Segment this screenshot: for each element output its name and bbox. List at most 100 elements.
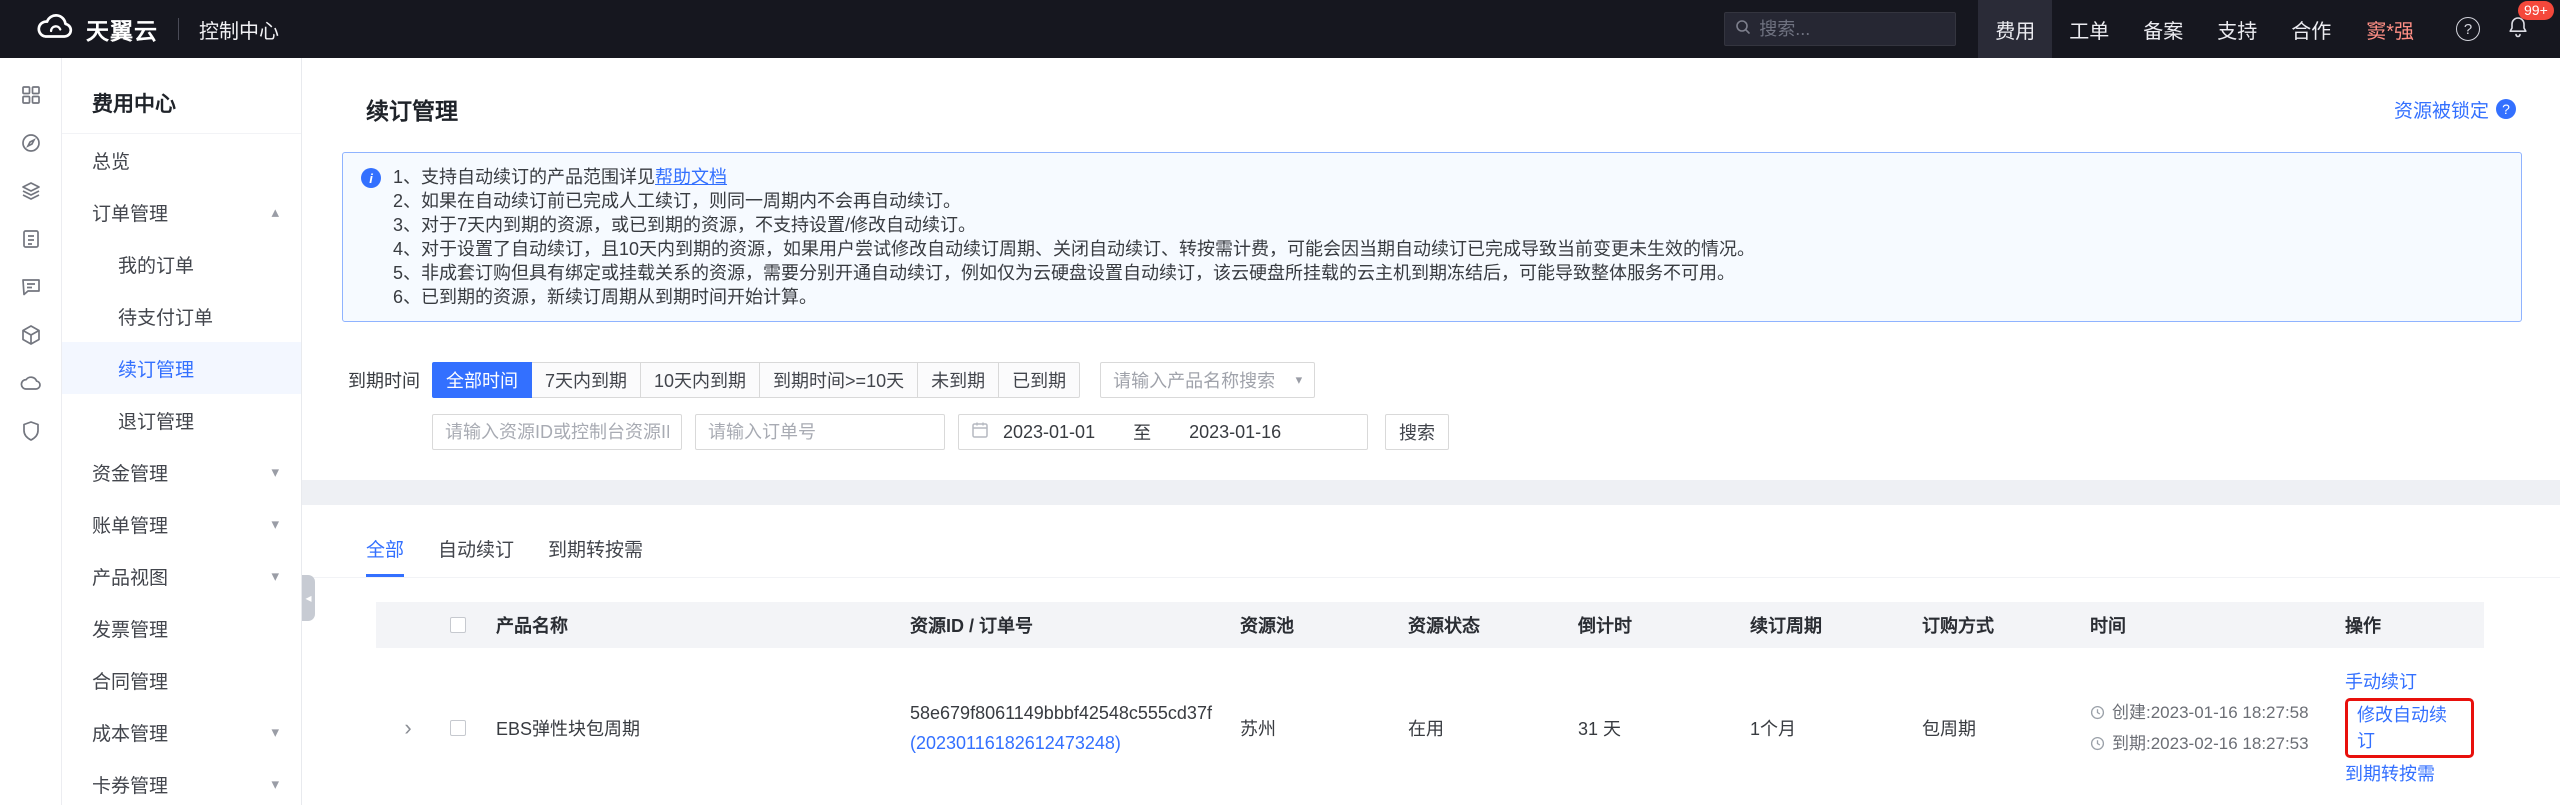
chevron-down-icon: ▾ <box>271 775 279 793</box>
notifications-button[interactable]: 99+ <box>2504 15 2532 43</box>
nav-item-ticket[interactable]: 工单 <box>2052 0 2126 58</box>
sidebar-item-my-orders[interactable]: 我的订单 <box>62 238 301 290</box>
shield-icon[interactable] <box>18 418 44 444</box>
cell-resource-id: 58e679f8061149bbbf42548c555cd37f (202301… <box>900 648 1230 805</box>
help-button[interactable]: ? <box>2454 15 2482 43</box>
filter-row-time: 到期时间 全部时间 7天内到期 10天内到期 到期时间>=10天 未到期 已到期… <box>348 362 2560 398</box>
main-content: 续订管理 资源被锁定 ? i 1、支持自动续订的产品范围详见帮助文档 2、如果在… <box>302 58 2560 805</box>
sidebar-item-label: 总览 <box>92 147 130 174</box>
header-pool: 资源池 <box>1230 602 1398 648</box>
header-product: 产品名称 <box>486 602 900 648</box>
header-time: 时间 <box>2080 602 2335 648</box>
tab-expire-to-ondemand[interactable]: 到期转按需 <box>548 535 643 577</box>
notice-line-1: 1、支持自动续订的产品范围详见帮助文档 <box>393 165 2501 189</box>
renewal-table-wrap: 产品名称 资源ID / 订单号 资源池 资源状态 倒计时 续订周期 订购方式 时… <box>376 602 2484 805</box>
sidebar-item-contracts[interactable]: 合同管理 <box>62 654 301 706</box>
tab-auto-renew[interactable]: 自动续订 <box>438 535 514 577</box>
brand[interactable]: 天翼云 <box>0 12 158 46</box>
message-icon[interactable] <box>18 274 44 300</box>
compass-icon[interactable] <box>18 130 44 156</box>
nav-item-partner[interactable]: 合作 <box>2274 0 2348 58</box>
user-menu[interactable]: 窦*强 <box>2348 0 2432 58</box>
search-input[interactable] <box>1759 19 1945 40</box>
cloud-icon[interactable] <box>18 370 44 396</box>
row-checkbox[interactable] <box>450 720 466 736</box>
sidebar-item-cost-management[interactable]: 成本管理 ▾ <box>62 706 301 758</box>
row-expand-icon[interactable]: › <box>386 715 430 741</box>
filter-row-search: 2023-01-01 至 2023-01-16 搜索 <box>432 414 2560 450</box>
order-list-icon[interactable] <box>18 226 44 252</box>
navbar-right: 费用 工单 备案 支持 合作 窦*强 ? 99+ <box>1724 0 2560 58</box>
sidebar-item-unsubscribe[interactable]: 退订管理 <box>62 394 301 446</box>
sidebar-item-label: 合同管理 <box>92 667 168 694</box>
date-from[interactable]: 2023-01-01 <box>1003 422 1095 443</box>
stack-icon[interactable] <box>18 178 44 204</box>
filters: 到期时间 全部时间 7天内到期 10天内到期 到期时间>=10天 未到期 已到期… <box>302 362 2560 450</box>
select-all-checkbox[interactable] <box>450 617 466 633</box>
product-name-select[interactable]: 请输入产品名称搜索 ▾ <box>1100 362 1315 398</box>
time-filter-gte10days[interactable]: 到期时间>=10天 <box>760 362 918 398</box>
sidebar-item-bills[interactable]: 账单管理 ▾ <box>62 498 301 550</box>
modify-auto-renew-link[interactable]: 修改自动续订 <box>2357 705 2447 751</box>
tab-all[interactable]: 全部 <box>366 535 404 577</box>
nav-item-support[interactable]: 支持 <box>2200 0 2274 58</box>
cube-icon[interactable] <box>18 322 44 348</box>
resource-id-input[interactable] <box>432 414 682 450</box>
sidebar-collapse-handle[interactable]: ◂ <box>302 575 315 621</box>
grid-icon[interactable] <box>18 82 44 108</box>
sidebar-item-overview[interactable]: 总览 <box>62 134 301 186</box>
cell-product: EBS弹性块包周期 <box>486 648 900 805</box>
table-header-row: 产品名称 资源ID / 订单号 资源池 资源状态 倒计时 续订周期 订购方式 时… <box>376 602 2484 648</box>
info-icon: i <box>361 168 381 188</box>
cell-countdown: 31 天 <box>1568 648 1740 805</box>
nav-divider <box>178 18 179 40</box>
time-filter-expired[interactable]: 已到期 <box>999 362 1080 398</box>
sidebar-item-order-management[interactable]: 订单管理 ▴ <box>62 186 301 238</box>
resource-locked-link[interactable]: 资源被锁定 ? <box>2394 96 2516 123</box>
page-header: 续订管理 资源被锁定 ? <box>302 58 2560 126</box>
clock-icon <box>2090 736 2105 751</box>
time-filter-not-expired[interactable]: 未到期 <box>918 362 999 398</box>
console-center-label[interactable]: 控制中心 <box>199 15 279 44</box>
sidebar-item-label: 资金管理 <box>92 459 168 486</box>
header-order-type: 订购方式 <box>1912 602 2080 648</box>
date-range-picker[interactable]: 2023-01-01 至 2023-01-16 <box>958 414 1368 450</box>
time-filter-7days[interactable]: 7天内到期 <box>532 362 641 398</box>
nav-item-icp[interactable]: 备案 <box>2126 0 2200 58</box>
order-number-input[interactable] <box>695 414 945 450</box>
nav-item-fee[interactable]: 费用 <box>1978 0 2052 58</box>
order-number-link[interactable]: (20230116182612473248) <box>910 733 1121 753</box>
notification-badge: 99+ <box>2518 1 2554 20</box>
renewal-table: 产品名称 资源ID / 订单号 资源池 资源状态 倒计时 续订周期 订购方式 时… <box>376 602 2484 805</box>
time-filter-all[interactable]: 全部时间 <box>432 362 532 398</box>
global-search[interactable] <box>1724 12 1956 46</box>
cell-order-type: 包周期 <box>1912 648 2080 805</box>
sidebar-item-label: 退订管理 <box>118 407 194 434</box>
sidebar-item-invoices[interactable]: 发票管理 <box>62 602 301 654</box>
cloud-logo-icon <box>36 14 74 45</box>
sidebar-item-product-view[interactable]: 产品视图 ▾ <box>62 550 301 602</box>
date-separator: 至 <box>1133 419 1151 445</box>
list-tabs: 全部 自动续订 到期转按需 <box>302 505 2560 578</box>
expire-to-ondemand-link[interactable]: 到期转按需 <box>2345 761 2435 787</box>
cell-period: 1个月 <box>1740 648 1912 805</box>
time-filter-10days[interactable]: 10天内到期 <box>641 362 760 398</box>
help-doc-link[interactable]: 帮助文档 <box>655 167 727 187</box>
time-expire: 到期:2023-02-16 18:27:53 <box>2090 728 2325 759</box>
search-button[interactable]: 搜索 <box>1385 414 1449 450</box>
sidebar-item-renewal-management[interactable]: 续订管理 <box>62 342 301 394</box>
sidebar-item-funds[interactable]: 资金管理 ▾ <box>62 446 301 498</box>
sidebar-item-label: 卡券管理 <box>92 771 168 798</box>
manual-renew-link[interactable]: 手动续订 <box>2345 669 2417 695</box>
cell-pool: 苏州 <box>1230 648 1398 805</box>
sidebar-title: 费用中心 <box>62 58 301 134</box>
product-select-placeholder: 请输入产品名称搜索 <box>1113 367 1275 393</box>
time-created: 创建:2023-01-16 18:27:58 <box>2090 697 2325 728</box>
chevron-down-icon: ▾ <box>271 463 279 481</box>
sidebar-item-pending-payment[interactable]: 待支付订单 <box>62 290 301 342</box>
notice-line-6: 6、已到期的资源，新续订周期从到期时间开始计算。 <box>393 285 2501 309</box>
sidebar-item-coupons[interactable]: 卡券管理 ▾ <box>62 758 301 805</box>
date-to[interactable]: 2023-01-16 <box>1189 422 1281 443</box>
clock-icon <box>2090 705 2105 720</box>
calendar-icon <box>971 421 989 444</box>
